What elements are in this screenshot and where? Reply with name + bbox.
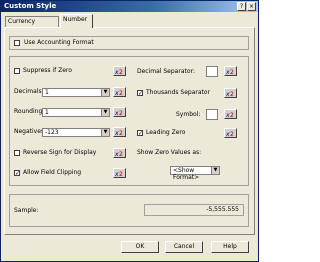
leading-zero-formula-button[interactable]: x2 [224,128,237,138]
thousands-separator-label: Thousands Separator [146,89,211,96]
chevron-down-icon[interactable]: ▼ [211,167,219,174]
chevron-down-icon[interactable]: ▼ [101,109,109,116]
formula-icon: x2 [115,110,123,116]
svg-text:2: 2 [230,131,234,137]
reverse-sign-checkbox[interactable] [14,150,20,156]
rounding-select[interactable]: 1 ▼ [42,108,110,117]
sample-label: Sample: [14,207,39,214]
svg-text:2: 2 [230,91,234,97]
window-title: Custom Style [4,2,57,10]
number-tab-panel: Use Accounting Format Suppress if Zero x… [4,27,255,235]
show-zero-values-label: Show Zero Values as: [137,149,202,156]
negatives-formula-button[interactable]: x2 [113,127,126,137]
number-options-group: Suppress if Zero x2 Decimals: 1 ▼ x2 Rou… [9,56,249,186]
rounding-label: Rounding: [14,108,45,115]
symbol-formula-button[interactable]: x2 [224,109,237,119]
decimals-formula-button[interactable]: x2 [113,87,126,97]
decimal-separator-label: Decimal Separator: [137,68,195,75]
svg-text:2: 2 [230,112,234,118]
cancel-button[interactable]: Cancel [165,241,203,253]
thousands-separator-formula-button[interactable]: x2 [224,88,237,98]
svg-text:2: 2 [119,110,123,116]
svg-text:2: 2 [119,69,123,75]
svg-text:2: 2 [119,130,123,136]
sample-value: -5,555.555 [206,206,239,213]
formula-icon: x2 [226,131,234,137]
custom-style-dialog: Custom Style ? × Currency Symbol Number … [0,0,259,262]
tab-currency-symbol[interactable]: Currency Symbol [5,16,59,34]
formula-icon: x2 [115,171,123,177]
svg-text:2: 2 [119,90,123,96]
suppress-if-zero-formula-button[interactable]: x2 [113,66,126,76]
use-accounting-format-checkbox[interactable] [14,40,20,46]
sample-display: -5,555.555 [144,204,244,216]
help-title-button[interactable]: ? [237,2,246,11]
formula-icon: x2 [226,91,234,97]
close-button[interactable]: × [247,2,256,11]
svg-text:2: 2 [230,69,234,75]
allow-field-clipping-formula-button[interactable]: x2 [113,168,126,178]
rounding-value: 1 [45,109,49,116]
decimal-separator-formula-button[interactable]: x2 [224,66,237,76]
formula-icon: x2 [115,69,123,75]
use-accounting-format-label: Use Accounting Format [24,39,94,46]
decimals-select[interactable]: 1 ▼ [42,88,110,97]
symbol-input[interactable] [206,109,218,120]
tab-number[interactable]: Number [60,14,93,28]
chevron-down-icon[interactable]: ▼ [101,129,109,136]
negatives-value: -123 [45,129,59,136]
formula-icon: x2 [226,69,234,75]
rounding-formula-button[interactable]: x2 [113,107,126,117]
suppress-if-zero-label: Suppress if Zero [23,67,72,74]
formula-icon: x2 [115,90,123,96]
decimals-value: 1 [45,89,49,96]
ok-button[interactable]: OK [121,241,159,253]
thousands-separator-checkbox[interactable]: ✓ [137,90,143,97]
formula-icon: x2 [226,112,234,118]
decimal-separator-input[interactable] [206,66,218,77]
reverse-sign-label: Reverse Sign for Display [23,149,97,156]
formula-icon: x2 [115,130,123,136]
title-bar[interactable]: Custom Style ? × [1,1,258,12]
reverse-sign-formula-button[interactable]: x2 [113,148,126,158]
chevron-down-icon[interactable]: ▼ [101,89,109,96]
show-zero-values-select[interactable]: <Show Format> ▼ [170,166,220,181]
help-button[interactable]: Help [211,241,249,253]
leading-zero-label: Leading Zero [146,129,186,136]
suppress-if-zero-checkbox[interactable] [14,68,20,74]
negatives-select[interactable]: -123 ▼ [42,128,110,137]
sample-group: Sample: -5,555.555 [9,194,249,227]
allow-field-clipping-label: Allow Field Clipping [23,169,82,176]
decimals-label: Decimals: [14,88,44,95]
svg-text:2: 2 [119,171,123,177]
leading-zero-checkbox[interactable]: ✓ [137,130,143,137]
formula-icon: x2 [115,151,123,157]
allow-field-clipping-checkbox[interactable]: ✓ [14,170,20,177]
accounting-format-group: Use Accounting Format [9,36,249,50]
svg-text:2: 2 [119,151,123,157]
symbol-label: Symbol: [176,111,201,118]
